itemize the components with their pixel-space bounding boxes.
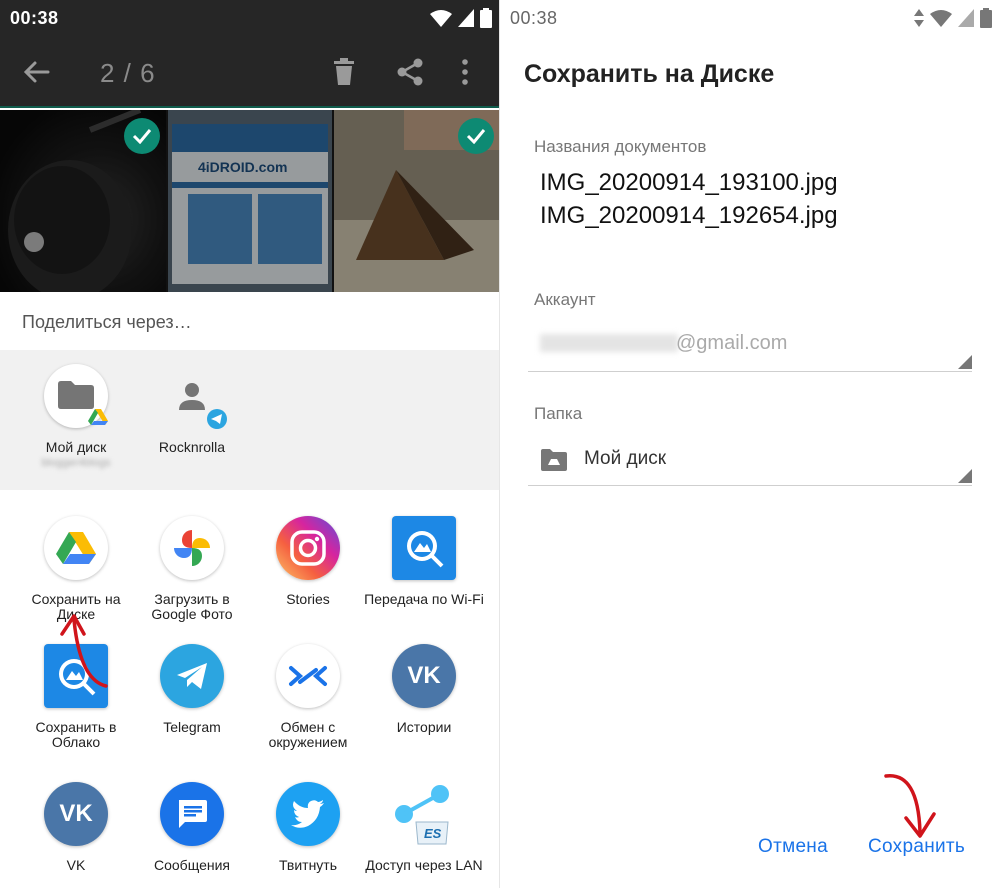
dialog-title: Сохранить на Диске — [524, 60, 775, 88]
photo-thumbnail[interactable] — [334, 110, 500, 292]
google-photos-icon — [160, 516, 224, 580]
app-messages[interactable]: Сообщения — [132, 782, 252, 873]
account-select[interactable]: @gmail.com — [528, 322, 972, 372]
photo-thumbnail[interactable]: 4iDROID.com — [168, 110, 332, 292]
direct-share-label: Мой диск — [45, 439, 107, 455]
account-label: Аккаунт — [534, 290, 596, 309]
folder-label: Папка — [534, 404, 583, 423]
direct-share-my-drive[interactable]: Мой диск blogger4blogs — [16, 364, 136, 469]
direct-share-rocknrolla[interactable]: Rocknrolla — [132, 364, 252, 455]
app-label: Сохранить в Облако — [35, 719, 117, 750]
selected-check-icon — [458, 118, 494, 154]
instagram-icon — [276, 516, 340, 580]
nearby-share-icon — [276, 644, 340, 708]
signal-icon — [958, 9, 974, 27]
es-wifi-transfer-icon — [392, 516, 456, 580]
twitter-icon — [276, 782, 340, 846]
drive-folder-icon — [541, 449, 567, 471]
share-sheet-title: Поделиться через… — [22, 312, 192, 332]
save-to-drive-dialog: 00:38 Сохранить на Диске Названия докуме… — [500, 0, 1000, 888]
app-vk-stories[interactable]: VK Истории — [364, 644, 484, 735]
app-label: Загрузить в Google Фото — [151, 591, 233, 622]
share-icon[interactable] — [396, 58, 424, 86]
app-label: Обмен с окружением — [268, 719, 348, 750]
gallery-toolbar: 2 / 6 — [0, 36, 500, 108]
status-bar: 00:38 — [500, 0, 1000, 36]
selected-check-icon — [124, 118, 160, 154]
direct-share-account: blogger4blogs — [41, 457, 111, 469]
telegram-badge-icon — [207, 409, 227, 429]
signal-icon — [458, 9, 474, 27]
app-twitter[interactable]: Твитнуть — [248, 782, 368, 873]
app-label: VK — [66, 857, 86, 873]
doc-names-label: Названия документов — [534, 137, 707, 156]
share-screen: 00:38 2 / 6 4iDROID.com Поделиться через… — [0, 0, 500, 888]
vk-icon: VK — [392, 644, 456, 708]
app-label: Telegram — [163, 719, 221, 735]
data-arrows-icon — [914, 9, 924, 27]
battery-icon — [980, 8, 992, 28]
google-drive-icon — [44, 516, 108, 580]
photo-thumbnail[interactable] — [0, 110, 166, 292]
app-wifi-transfer[interactable]: Передача по Wi-Fi — [364, 516, 484, 607]
app-save-to-drive[interactable]: Сохранить на Диске — [16, 516, 136, 622]
app-instagram-stories[interactable]: Stories — [248, 516, 368, 607]
dropdown-triangle-icon — [958, 469, 972, 483]
more-vert-icon[interactable] — [460, 58, 470, 86]
status-time: 00:38 — [10, 8, 59, 28]
app-label: Передача по Wi-Fi — [364, 591, 484, 607]
app-label: Stories — [286, 591, 330, 607]
direct-share-label: Rocknrolla — [158, 439, 226, 455]
document-names[interactable]: IMG_20200914_193100.jpg IMG_20200914_192… — [540, 166, 838, 232]
status-bar: 00:38 — [0, 0, 500, 36]
app-label: Доступ через LAN — [365, 857, 483, 873]
account-domain: @gmail.com — [676, 332, 788, 354]
document-name: IMG_20200914_193100.jpg — [540, 169, 838, 196]
folder-value: Мой диск — [584, 448, 667, 469]
battery-icon — [480, 8, 492, 28]
app-label: Истории — [396, 719, 452, 735]
annotation-arrow — [60, 614, 108, 688]
delete-icon[interactable] — [332, 58, 356, 86]
wifi-icon — [930, 10, 952, 27]
account-username-redacted — [540, 334, 678, 352]
back-arrow-icon[interactable] — [22, 58, 50, 86]
drive-badge-icon — [88, 409, 108, 425]
app-nearby-share[interactable]: Обмен с окружением — [248, 644, 368, 750]
app-google-photos[interactable]: Загрузить в Google Фото — [132, 516, 252, 622]
direct-share-row: Мой диск blogger4blogs Rocknrolla — [0, 350, 500, 490]
share-sheet-header: Поделиться через… — [0, 292, 500, 350]
app-label: Твитнуть — [278, 857, 338, 873]
es-lan-icon: ES — [392, 782, 456, 846]
app-vk[interactable]: VK VK — [16, 782, 136, 873]
document-name: IMG_20200914_192654.jpg — [540, 202, 838, 229]
selection-counter: 2 / 6 — [100, 58, 156, 88]
messages-icon — [160, 782, 224, 846]
status-time: 00:38 — [510, 8, 558, 28]
app-telegram[interactable]: Telegram — [132, 644, 252, 735]
svg-text:ES: ES — [424, 826, 442, 841]
app-label: Сообщения — [154, 857, 230, 873]
telegram-icon — [160, 644, 224, 708]
selected-photos-strip: 4iDROID.com — [0, 110, 500, 292]
annotation-arrow — [884, 774, 936, 838]
folder-select[interactable]: Мой диск — [528, 436, 972, 486]
dropdown-triangle-icon — [958, 355, 972, 369]
cancel-button[interactable]: Отмена — [758, 836, 828, 858]
vk-icon: VK — [44, 782, 108, 846]
wifi-icon — [430, 10, 452, 27]
app-lan-access[interactable]: ES Доступ через LAN — [364, 782, 484, 873]
